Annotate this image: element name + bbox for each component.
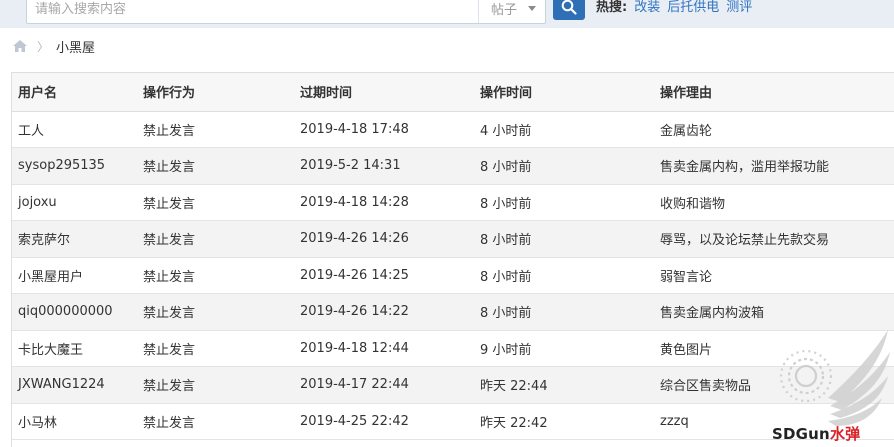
cell-expiry: 2019-4-26 14:22: [294, 293, 474, 331]
watermark-text-accent: 水弹: [829, 425, 861, 443]
cell-action: 禁止发言: [137, 366, 294, 404]
table-row: 工人 禁止发言 2019-4-18 17:48 4 小时前 金属齿轮: [12, 111, 894, 148]
cell-expiry: 2019-4-26 14:25: [294, 257, 474, 294]
cell-expiry: 2019-4-18 17:48: [294, 111, 474, 148]
cell-username[interactable]: 索克萨尔: [12, 220, 137, 258]
cell-operation-time: 8 小时前: [474, 184, 654, 221]
table-row: 卡比大魔王 禁止发言 2019-4-18 12:44 9 小时前 黄色图片: [12, 330, 894, 367]
cell-action: 禁止发言: [137, 293, 294, 331]
header-username: 用户名: [12, 73, 137, 112]
cell-expiry: 2019-4-18 14:28: [294, 184, 474, 221]
table-row: jojoxu 禁止发言 2019-4-18 14:28 8 小时前 收购和谐物: [12, 184, 894, 221]
cell-reason: 售卖金属内构，滥用举报功能: [654, 147, 894, 185]
cell-action: 禁止发言: [137, 111, 294, 148]
cell-operation-time: 8 小时前: [474, 220, 654, 258]
cell-operation-time: 昨天 22:42: [474, 403, 654, 440]
cell-action: 禁止发言: [137, 257, 294, 294]
cell-expiry: 2019-4-17 22:44: [294, 366, 474, 404]
cell-username[interactable]: 工人: [12, 111, 137, 148]
cell-username[interactable]: jojoxu: [12, 184, 137, 221]
top-search-bar: 帖子 热搜: 改装后托供电测评: [0, 0, 894, 28]
home-icon[interactable]: [12, 39, 28, 53]
cell-expiry: 2019-5-2 14:31: [294, 147, 474, 185]
cell-reason: 辱骂，以及论坛禁止先款交易: [654, 220, 894, 258]
breadcrumb: 〉 小黑屋: [12, 37, 96, 56]
cell-operation-time: 8 小时前: [474, 257, 654, 294]
hot-link-1[interactable]: 改装: [634, 0, 660, 15]
search-type-select[interactable]: 帖子: [478, 0, 546, 23]
cell-expiry: 2019-4-25 22:42: [294, 403, 474, 440]
cell-username[interactable]: 卡比大魔王: [12, 330, 137, 367]
hot-search-label: 热搜:: [596, 0, 628, 15]
cell-reason: 收购和谐物: [654, 184, 894, 221]
cell-operation-time: 9 小时前: [474, 330, 654, 367]
cell-username[interactable]: qiq000000000: [12, 293, 137, 331]
search-icon: [561, 0, 577, 15]
cell-action: 禁止发言: [137, 330, 294, 367]
cell-operation-time: 8 小时前: [474, 147, 654, 185]
cell-reason: 售卖金属内构波箱: [654, 293, 894, 331]
hot-link-3[interactable]: 测评: [726, 0, 752, 15]
table-row: qiq000000000 禁止发言 2019-4-26 14:22 8 小时前 …: [12, 293, 894, 331]
table-row: 小马林 禁止发言 2019-4-25 22:42 昨天 22:42 zzzq: [12, 403, 894, 440]
cell-expiry: 2019-4-18 12:44: [294, 330, 474, 367]
cell-operation-time: 昨天 22:44: [474, 366, 654, 404]
header-action: 操作行为: [137, 73, 294, 112]
table-row: sysop295135 禁止发言 2019-5-2 14:31 8 小时前 售卖…: [12, 147, 894, 185]
cell-expiry: 2019-4-26 14:26: [294, 220, 474, 258]
hot-link-2[interactable]: 后托供电: [667, 0, 719, 15]
hot-search: 热搜: 改装 后托供电 测评: [596, 0, 752, 15]
cell-username[interactable]: sysop295135: [12, 147, 137, 185]
cell-username[interactable]: 小黑屋用户: [12, 257, 137, 294]
search-input[interactable]: [35, 0, 475, 19]
cell-operation-time: 4 小时前: [474, 111, 654, 148]
header-operation-time: 操作时间: [474, 73, 654, 112]
header-expiry: 过期时间: [294, 73, 474, 112]
chevron-down-icon: [528, 6, 536, 11]
cell-operation-time: 8 小时前: [474, 293, 654, 331]
cell-username[interactable]: JXWANG1224: [12, 366, 137, 404]
banned-users-table-wrap: 用户名 操作行为 过期时间 操作时间 操作理由 工人 禁止发言 2019-4-1…: [11, 72, 894, 447]
cell-action: 禁止发言: [137, 403, 294, 440]
cell-reason: 弱智言论: [654, 257, 894, 294]
cell-action: 禁止发言: [137, 184, 294, 221]
search-type-label: 帖子: [491, 3, 518, 18]
header-reason: 操作理由: [654, 73, 894, 112]
cell-username[interactable]: 小马林: [12, 403, 137, 440]
watermark-text: SDGun水弹: [772, 423, 860, 444]
search-button[interactable]: [553, 0, 585, 20]
breadcrumb-current: 小黑屋: [56, 40, 96, 56]
chevron-right-icon: 〉: [37, 39, 50, 54]
cell-action: 禁止发言: [137, 220, 294, 258]
table-row: 索克萨尔 禁止发言 2019-4-26 14:26 8 小时前 辱骂，以及论坛禁…: [12, 220, 894, 258]
table-row: 小黑屋用户 禁止发言 2019-4-26 14:25 8 小时前 弱智言论: [12, 257, 894, 294]
watermark-text-main: SDGun: [772, 425, 830, 443]
table-header-row: 用户名 操作行为 过期时间 操作时间 操作理由: [12, 73, 894, 112]
search-box: 帖子: [26, 0, 546, 24]
cell-reason: 金属齿轮: [654, 111, 894, 148]
cell-action: 禁止发言: [137, 147, 294, 185]
banned-users-table: 用户名 操作行为 过期时间 操作时间 操作理由 工人 禁止发言 2019-4-1…: [12, 73, 894, 440]
table-row: JXWANG1224 禁止发言 2019-4-17 22:44 昨天 22:44…: [12, 366, 894, 404]
